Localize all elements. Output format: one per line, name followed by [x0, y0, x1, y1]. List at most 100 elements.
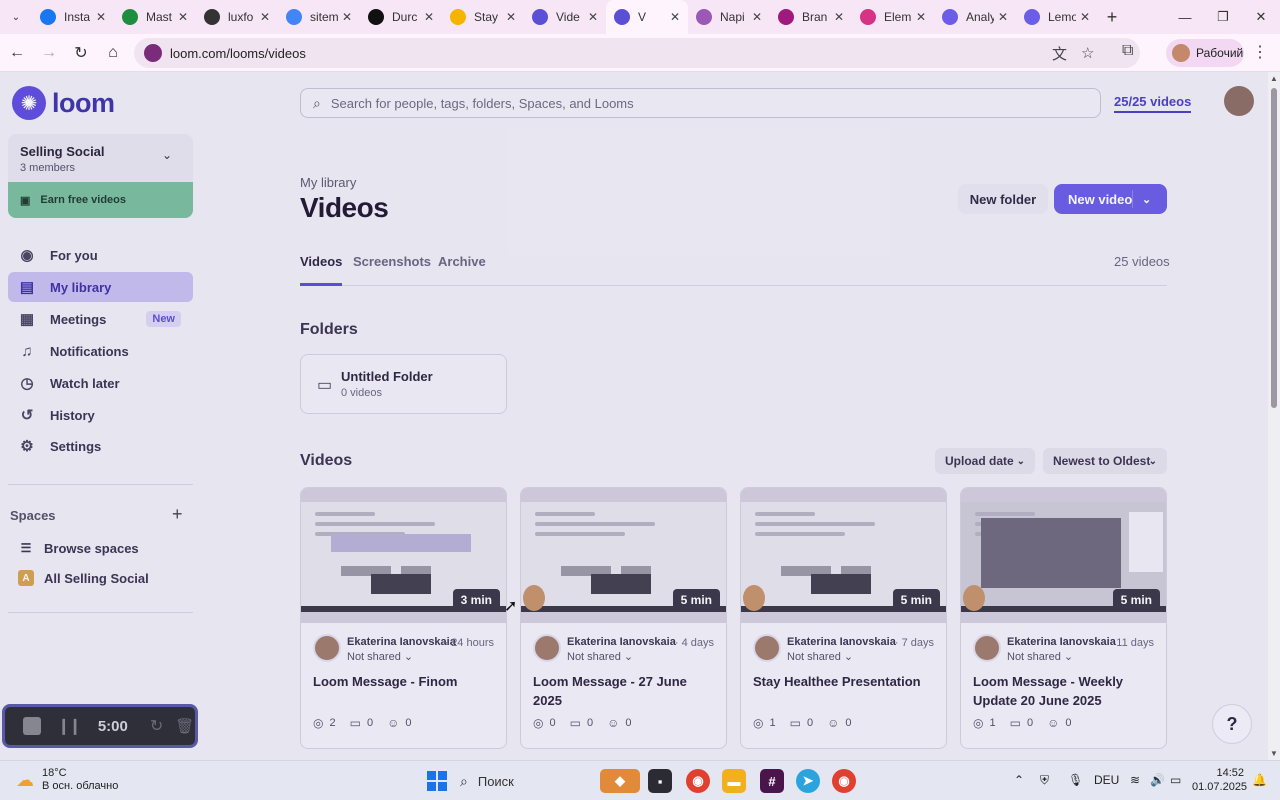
- video-thumbnail[interactable]: 5 min: [521, 488, 726, 623]
- browser-tab[interactable]: sitem ✕: [278, 0, 360, 34]
- new-video-button[interactable]: New video ⌄: [1054, 184, 1167, 214]
- browser-tab[interactable]: Analy ✕: [934, 0, 1016, 34]
- browser-tab[interactable]: Bran ✕: [770, 0, 852, 34]
- avatar[interactable]: [313, 634, 341, 662]
- video-title[interactable]: Loom Message - 27 June 2025: [533, 672, 713, 710]
- taskbar-app-widget[interactable]: ◆: [600, 769, 640, 793]
- earn-free-videos-button[interactable]: ▣ Earn free videos: [8, 182, 193, 218]
- close-tab-icon[interactable]: ✕: [916, 10, 926, 24]
- close-tab-icon[interactable]: ✕: [96, 10, 106, 24]
- chrome-icon[interactable]: ◉: [686, 769, 710, 793]
- workspace-switcher[interactable]: Selling Social 3 members ⌄ ▣ Earn free v…: [8, 134, 193, 218]
- close-tab-icon[interactable]: ✕: [588, 10, 598, 24]
- browser-tab[interactable]: Durc ✕: [360, 0, 442, 34]
- add-space-icon[interactable]: +: [172, 504, 183, 525]
- video-card[interactable]: 5 min Ekaterina Ianovskaia Not shared ⌄ …: [960, 487, 1167, 749]
- video-title[interactable]: Loom Message - Finom: [313, 672, 493, 691]
- back-button[interactable]: ←: [2, 38, 32, 68]
- avatar[interactable]: [973, 634, 1001, 662]
- browser-tab[interactable]: Stay ✕: [442, 0, 524, 34]
- scroll-up-icon[interactable]: ▲: [1270, 74, 1278, 83]
- volume-icon[interactable]: 🔊: [1150, 773, 1165, 787]
- video-card[interactable]: 5 min Ekaterina Ianovskaia Not shared ⌄ …: [740, 487, 947, 749]
- battery-icon[interactable]: ▭: [1170, 773, 1181, 787]
- close-tab-icon[interactable]: ✕: [506, 10, 516, 24]
- close-tab-icon[interactable]: ✕: [260, 10, 270, 24]
- new-folder-button[interactable]: New folder: [958, 184, 1048, 214]
- chevron-down-icon[interactable]: ⌄: [1142, 193, 1151, 206]
- browser-tab[interactable]: Napi ✕: [688, 0, 770, 34]
- tab-screenshots[interactable]: Screenshots: [353, 254, 431, 286]
- sidebar-item-browse-spaces[interactable]: ☰ Browse spaces: [18, 540, 139, 556]
- close-tab-icon[interactable]: ✕: [752, 10, 762, 24]
- scrollbar-thumb[interactable]: [1271, 88, 1277, 408]
- slack-icon[interactable]: #: [760, 769, 784, 793]
- sidebar-item-meetings[interactable]: ▦ Meetings New: [8, 304, 193, 334]
- browser-tab[interactable]: Insta ✕: [32, 0, 114, 34]
- close-tab-icon[interactable]: ✕: [342, 10, 352, 24]
- browser-tab[interactable]: Elem ✕: [852, 0, 934, 34]
- video-usage-link[interactable]: 25/25 videos: [1114, 94, 1192, 113]
- close-tab-icon[interactable]: ✕: [424, 10, 434, 24]
- close-tab-icon[interactable]: ✕: [178, 10, 188, 24]
- video-card[interactable]: 3 min Ekaterina Ianovskaia Not shared ⌄ …: [300, 487, 507, 749]
- translate-icon[interactable]: 文: [1052, 43, 1067, 64]
- sharing-status-dropdown[interactable]: Not shared ⌄: [567, 650, 633, 663]
- stop-recording-button[interactable]: [23, 717, 41, 735]
- profile-button[interactable]: Рабочий: [1166, 39, 1244, 67]
- sharing-status-dropdown[interactable]: Not shared ⌄: [347, 650, 413, 663]
- new-tab-button[interactable]: +: [1098, 0, 1126, 34]
- address-bar[interactable]: loom.com/looms/videos: [134, 38, 1140, 68]
- close-window-button[interactable]: ✕: [1242, 0, 1280, 34]
- tab-search-button[interactable]: ⌄: [0, 0, 32, 34]
- antivirus-icon[interactable]: ⛨: [1040, 773, 1049, 788]
- telegram-icon[interactable]: ➤: [796, 769, 820, 793]
- video-title[interactable]: Stay Healthee Presentation: [753, 672, 933, 691]
- video-thumbnail[interactable]: 5 min: [741, 488, 946, 623]
- sidebar-item-my-library[interactable]: ▤ My library: [8, 272, 193, 302]
- help-button[interactable]: ?: [1212, 704, 1252, 744]
- breadcrumb[interactable]: My library: [300, 175, 356, 190]
- sharing-status-dropdown[interactable]: Not shared ⌄: [1007, 650, 1073, 663]
- sort-by-dropdown[interactable]: Upload date ⌄: [935, 448, 1035, 474]
- sidebar-item-settings[interactable]: ⚙ Settings: [8, 431, 193, 461]
- browser-tab[interactable]: luxfo ✕: [196, 0, 278, 34]
- tray-overflow-icon[interactable]: ⌃: [1014, 773, 1024, 787]
- loom-logo[interactable]: ✺ loom: [12, 86, 115, 120]
- notifications-icon[interactable]: 🔔: [1252, 773, 1267, 787]
- search-input[interactable]: ⌕ Search for people, tags, folders, Spac…: [300, 88, 1101, 118]
- system-clock[interactable]: 14:52 01.07.2025: [1192, 766, 1247, 794]
- page-scrollbar[interactable]: ▲ ▼: [1268, 72, 1280, 760]
- forward-button[interactable]: →: [34, 38, 64, 68]
- language-indicator[interactable]: DEU: [1094, 773, 1119, 787]
- close-tab-icon[interactable]: ✕: [998, 10, 1008, 24]
- taskbar-search[interactable]: ⌕ Поиск: [460, 768, 590, 794]
- microphone-icon[interactable]: 🎙: [1068, 773, 1083, 787]
- tab-archive[interactable]: Archive: [438, 254, 486, 286]
- browser-tab[interactable]: V ✕: [606, 0, 688, 34]
- browser-menu-icon[interactable]: ⋮: [1252, 42, 1268, 62]
- close-tab-icon[interactable]: ✕: [670, 10, 680, 24]
- sidebar-item-notifications[interactable]: ♫ Notifications: [8, 336, 193, 366]
- close-tab-icon[interactable]: ✕: [834, 10, 844, 24]
- restore-button[interactable]: ❐: [1204, 0, 1242, 34]
- taskbar-app-terminal[interactable]: ▪: [648, 769, 672, 793]
- folder-card[interactable]: ▭ Untitled Folder 0 videos: [300, 354, 507, 414]
- chrome-active-icon[interactable]: ◉: [832, 769, 856, 793]
- sharing-status-dropdown[interactable]: Not shared ⌄: [787, 650, 853, 663]
- sidebar-item-all-selling-social[interactable]: A All Selling Social: [18, 570, 149, 586]
- avatar[interactable]: [533, 634, 561, 662]
- video-title[interactable]: Loom Message - Weekly Update 20 June 202…: [973, 672, 1153, 710]
- video-thumbnail[interactable]: 3 min: [301, 488, 506, 623]
- video-card[interactable]: 5 min Ekaterina Ianovskaia Not shared ⌄ …: [520, 487, 727, 749]
- restart-recording-icon[interactable]: ↻: [150, 716, 163, 736]
- site-info-icon[interactable]: [144, 44, 162, 62]
- avatar[interactable]: [753, 634, 781, 662]
- bookmark-star-icon[interactable]: ☆: [1081, 44, 1094, 62]
- file-explorer-icon[interactable]: ▬: [722, 769, 746, 793]
- browser-tab[interactable]: Mast ✕: [114, 0, 196, 34]
- scroll-down-icon[interactable]: ▼: [1270, 749, 1278, 758]
- weather-widget[interactable]: ☁ 18°C В осн. облачно: [16, 767, 118, 793]
- home-button[interactable]: ⌂: [98, 38, 128, 68]
- close-tab-icon[interactable]: ✕: [1080, 10, 1090, 24]
